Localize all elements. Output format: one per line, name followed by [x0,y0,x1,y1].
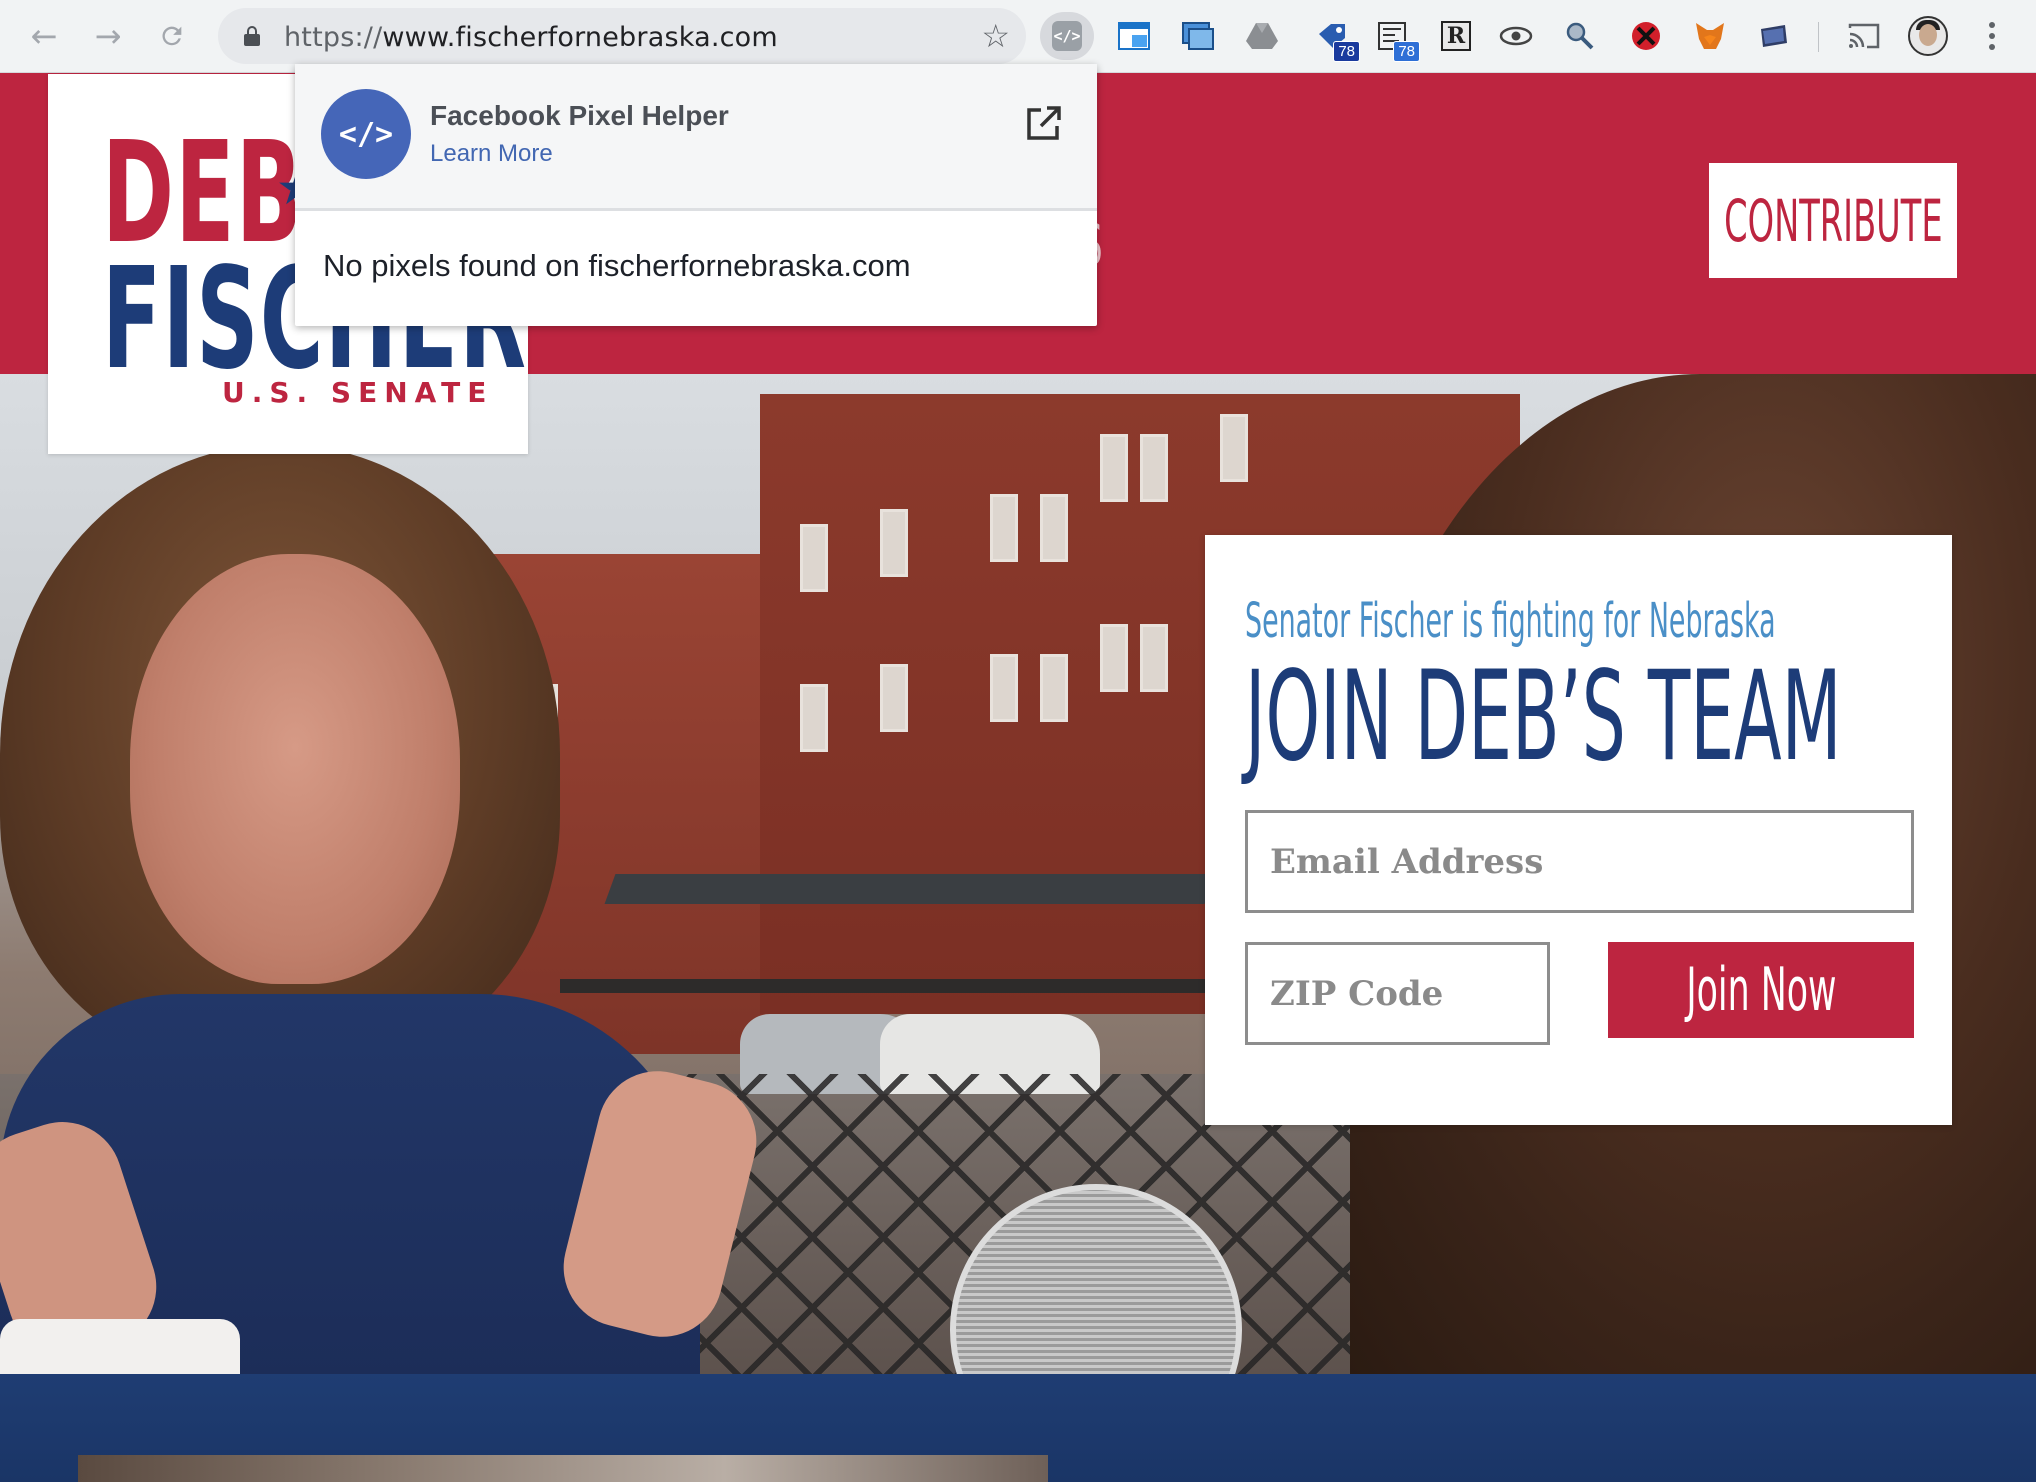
browser-menu-icon[interactable] [1982,16,2002,56]
network-icon[interactable]: 78 [1372,16,1420,62]
magnifier-icon[interactable] [1560,16,1600,56]
contribute-button[interactable]: CONTRIBUTE [1709,163,1957,278]
back-button[interactable]: ← [22,14,66,58]
toolbar-separator [1818,22,1819,52]
zip-code-field[interactable] [1245,942,1550,1045]
lock-icon[interactable] [244,26,260,46]
url-text[interactable]: https://www.fischerfornebraska.com [284,22,778,53]
address-bar[interactable]: https://www.fischerfornebraska.com ☆ [218,8,1026,64]
pixel-helper-logo-icon: </> [321,89,411,179]
join-now-button[interactable]: Join Now [1608,942,1914,1038]
screenshot-icon[interactable] [1178,16,1218,56]
content-image [78,1455,1048,1482]
url-host: www.fischerfornebraska.com [382,22,778,53]
readability-icon[interactable]: R [1436,16,1476,56]
forward-button[interactable]: → [86,14,130,58]
signup-title: JOIN DEB’S TEAM [1245,645,1842,789]
reload-button[interactable] [150,14,194,58]
signup-card: Senator Fischer is fighting for Nebraska… [1205,535,1952,1125]
facebook-pixel-helper-icon[interactable]: </> [1040,12,1094,60]
logo-senate: U.S. SENATE [222,376,494,409]
google-drive-icon[interactable] [1242,16,1282,56]
metamask-fox-icon[interactable] [1690,16,1730,56]
blocker-icon[interactable] [1626,16,1666,56]
url-scheme: https:// [284,22,383,53]
popup-title: Facebook Pixel Helper [430,100,729,131]
learn-more-link[interactable]: Learn More [430,140,553,168]
eye-icon[interactable] [1496,16,1536,56]
signup-kicker: Senator Fischer is fighting for Nebraska [1245,593,1776,649]
popup-header: </> Facebook Pixel Helper Learn More [295,64,1097,211]
reload-icon [162,26,182,46]
window-icon[interactable] [1114,16,1154,56]
email-field[interactable] [1245,810,1914,913]
no-pixels-message: No pixels found on fischerfornebraska.co… [323,248,911,283]
open-external-icon[interactable] [1023,104,1063,144]
cast-icon[interactable] [1844,16,1884,56]
browser-toolbar: ← → https://www.fischerfornebraska.com ☆… [0,0,2036,73]
facebook-pixel-helper-popup: </> Facebook Pixel Helper Learn More No … [295,64,1097,326]
bookmark-star-icon[interactable]: ☆ [981,17,1010,55]
notes-icon[interactable] [1754,16,1794,56]
profile-avatar[interactable] [1908,16,1948,56]
tag-icon[interactable]: 78 [1312,16,1360,62]
